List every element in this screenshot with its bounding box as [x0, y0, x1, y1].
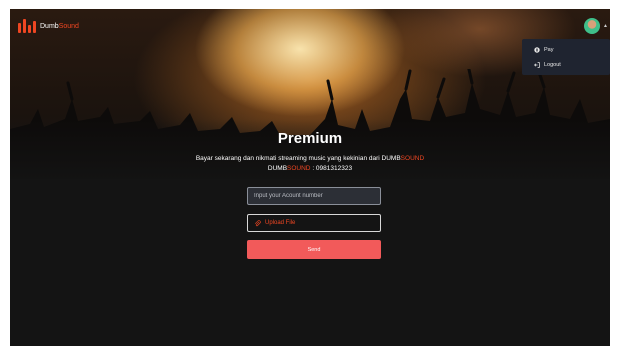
- menu-item-label: Logout: [544, 62, 561, 68]
- navbar: DumbSound ▲: [10, 9, 610, 43]
- user-dropdown-menu: Pay Logout: [522, 39, 610, 75]
- upload-file-label: Upload File: [265, 220, 296, 226]
- brand-name: DumbSound: [40, 22, 79, 30]
- menu-item-logout[interactable]: Logout: [534, 60, 561, 70]
- caret-up-icon[interactable]: ▲: [603, 23, 608, 29]
- account-info-line: DUMBSOUND : 0981312323: [267, 165, 353, 172]
- account-number-input[interactable]: [247, 187, 381, 205]
- paperclip-icon: [255, 219, 261, 226]
- page-title: Premium: [277, 130, 343, 147]
- menu-item-label: Pay: [544, 47, 554, 53]
- send-button[interactable]: Send: [247, 240, 381, 259]
- brand-logo[interactable]: DumbSound: [18, 19, 79, 33]
- logout-icon: [534, 62, 540, 68]
- page-description: Bayar sekarang dan nikmati streaming mus…: [10, 154, 610, 174]
- description-line: Bayar sekarang dan nikmati streaming mus…: [195, 155, 425, 162]
- user-avatar[interactable]: [584, 18, 600, 34]
- upload-file-button[interactable]: Upload File: [247, 214, 381, 232]
- menu-item-pay[interactable]: Pay: [534, 45, 553, 55]
- pay-icon: [534, 47, 540, 53]
- app-window: DumbSound ▲ Pay Logout Premium Bayar sek…: [10, 9, 610, 346]
- bars-logo-icon: [18, 19, 36, 33]
